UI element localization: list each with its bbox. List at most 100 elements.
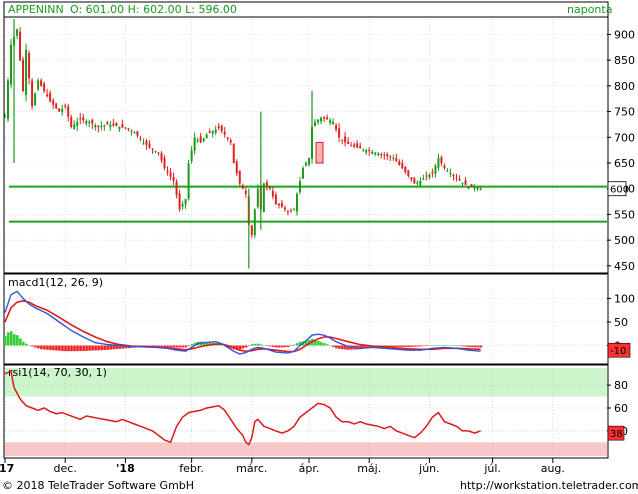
candle-body xyxy=(476,187,479,190)
macd-histogram-bar xyxy=(295,343,299,346)
candle-body xyxy=(283,207,286,210)
candle-body xyxy=(214,129,217,134)
candle-body xyxy=(25,49,28,96)
macd-histogram-bar xyxy=(398,345,401,347)
macd-histogram-bar xyxy=(172,345,176,348)
macd-histogram-bar xyxy=(166,345,170,348)
candle-body xyxy=(235,161,238,174)
macd-histogram-bar xyxy=(73,345,76,352)
candle-body xyxy=(7,80,10,119)
macd-histogram-bar xyxy=(178,345,182,348)
candle-body xyxy=(115,123,118,126)
macd-histogram-bar xyxy=(91,345,94,351)
candle-body xyxy=(292,209,295,211)
candle-body xyxy=(94,125,97,128)
candle-body xyxy=(103,125,106,127)
candle-body xyxy=(407,170,410,176)
macd-title: macd1(12, 26, 9) xyxy=(8,276,103,289)
candle-body xyxy=(386,154,389,157)
macd-histogram-bar xyxy=(37,345,40,349)
rsi-title: rsi1(14, 70, 30, 1) xyxy=(8,366,107,379)
macd-histogram-bar xyxy=(479,345,483,348)
candle-body xyxy=(121,124,124,128)
candle-body xyxy=(473,186,476,189)
macd-histogram-bar xyxy=(286,345,290,347)
macd-histogram-bar xyxy=(181,345,185,348)
candle-body xyxy=(389,156,392,158)
macd-histogram-bar xyxy=(407,345,410,347)
candle-body xyxy=(380,154,383,156)
candle-body xyxy=(301,168,304,179)
macd-histogram-bar xyxy=(401,345,404,347)
macd-histogram-bar xyxy=(332,345,335,347)
macd-histogram-bar xyxy=(43,345,46,350)
macd-histogram-bar xyxy=(476,345,480,348)
macd-histogram-bar xyxy=(52,345,55,351)
rsi-last-label: 38 xyxy=(610,429,623,440)
candle-body xyxy=(295,193,298,212)
macd-histogram-bar xyxy=(422,345,425,347)
candle-body xyxy=(250,225,253,235)
candle-body xyxy=(61,109,64,113)
candle-body xyxy=(106,122,109,125)
candle-body xyxy=(67,106,70,117)
candle-body xyxy=(265,182,268,187)
candle-body xyxy=(323,117,326,119)
candle-body xyxy=(428,174,431,178)
last-price-label: 600 xyxy=(610,185,629,196)
candle-body xyxy=(256,188,259,207)
macd-histogram-bar xyxy=(416,345,419,347)
candle-body xyxy=(226,137,229,139)
macd-histogram-bar xyxy=(458,345,462,347)
candle-body xyxy=(277,203,280,206)
macd-histogram-bar xyxy=(103,345,106,350)
macd-histogram-bar xyxy=(67,345,70,352)
candle-body xyxy=(280,202,283,207)
candle-body xyxy=(443,165,446,169)
candle-body xyxy=(202,138,205,142)
candle-body xyxy=(55,103,58,109)
candle-body xyxy=(274,194,277,205)
macd-histogram-bar xyxy=(109,345,112,350)
candle-body xyxy=(160,153,163,161)
macd-histogram-bar xyxy=(443,345,447,346)
candle-body xyxy=(395,158,398,162)
candle-body xyxy=(320,117,323,122)
candle-body xyxy=(458,179,461,181)
macd-histogram-bar xyxy=(58,345,61,351)
candle-body xyxy=(455,177,458,179)
chart-canvas: APPENINN O: 601.00 H: 602.00 L: 596.00 n… xyxy=(0,0,638,494)
candle-body xyxy=(10,44,13,85)
price-panel-frame xyxy=(3,16,609,274)
macd-histogram-bar xyxy=(280,345,284,348)
macd-histogram-bar xyxy=(40,345,43,350)
macd-histogram-bar xyxy=(250,344,254,346)
macd-histogram-bar xyxy=(413,345,416,347)
candle-body xyxy=(446,170,449,172)
price-tick-label: 550 xyxy=(614,208,635,221)
candle-body xyxy=(229,140,232,143)
candle-body xyxy=(28,53,31,79)
candle-body xyxy=(262,183,265,212)
rsi-oversold-zone xyxy=(5,442,607,456)
macd-histogram-bar xyxy=(473,345,477,348)
candle-body xyxy=(49,93,52,102)
macd-histogram-bar xyxy=(169,345,173,348)
x-tick-label: febr. xyxy=(179,462,204,475)
candle-body xyxy=(118,126,121,130)
macd-histogram-bar xyxy=(410,345,413,347)
candle-body xyxy=(374,152,377,155)
macd-histogram-bar xyxy=(94,345,97,351)
macd-histogram-bar xyxy=(434,345,438,346)
macd-histogram-bar xyxy=(289,345,293,347)
macd-histogram-bar xyxy=(431,345,435,346)
candle-body xyxy=(232,143,235,163)
macd-tick-label: 50 xyxy=(614,316,628,329)
candle-body xyxy=(205,134,208,139)
candle-body xyxy=(34,93,37,106)
price-tick-label: 900 xyxy=(614,28,635,41)
candle-body xyxy=(464,180,467,185)
candle-body xyxy=(308,157,311,165)
candle-body xyxy=(142,142,145,144)
candle-body xyxy=(109,124,112,128)
